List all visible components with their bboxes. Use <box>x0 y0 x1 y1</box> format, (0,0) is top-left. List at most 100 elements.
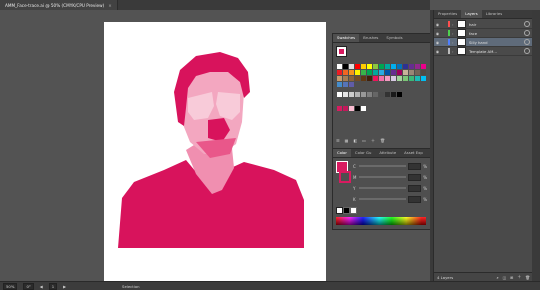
gray-swatch[interactable] <box>361 92 366 97</box>
new-layer-icon[interactable]: ＋ <box>517 274 521 280</box>
swatch[interactable] <box>373 70 378 75</box>
swatch[interactable] <box>379 76 384 81</box>
swatch[interactable] <box>343 76 348 81</box>
slider-value-field[interactable] <box>407 162 422 170</box>
tab-layers[interactable]: Layers <box>461 10 482 18</box>
white-swatch[interactable] <box>350 207 357 214</box>
swatch[interactable] <box>349 82 354 87</box>
artboard-number-field[interactable]: 1 <box>48 282 58 290</box>
layer-row[interactable]: ◉ › hair <box>434 20 533 29</box>
swatch[interactable] <box>379 70 384 75</box>
gray-swatch[interactable] <box>391 92 396 97</box>
swatch[interactable] <box>415 64 420 69</box>
face-artwork[interactable] <box>104 22 326 282</box>
swatch[interactable] <box>337 64 342 69</box>
tab-swatches[interactable]: Swatches <box>333 34 360 42</box>
swatch[interactable] <box>361 76 366 81</box>
eye-icon[interactable]: ◉ <box>434 22 441 27</box>
document-tab[interactable]: AMM_Face-trace.ai @ 50% (CMYK/CPU Previe… <box>0 0 118 10</box>
swatch[interactable] <box>397 76 402 81</box>
swatch[interactable] <box>349 70 354 75</box>
slider-value-field[interactable] <box>407 195 422 203</box>
black-swatch[interactable] <box>343 207 350 214</box>
slider-track[interactable] <box>358 165 406 167</box>
swatch[interactable] <box>391 64 396 69</box>
target-icon[interactable] <box>524 39 530 45</box>
tab-color[interactable]: Color <box>333 149 351 157</box>
swatch[interactable] <box>397 64 402 69</box>
swatch[interactable] <box>403 64 408 69</box>
library-menu-icon[interactable]: ☰ <box>336 138 340 144</box>
close-icon[interactable]: × <box>108 3 112 8</box>
gray-swatch[interactable] <box>385 92 390 97</box>
target-icon[interactable] <box>524 21 530 27</box>
swatch[interactable] <box>355 70 360 75</box>
gray-swatch[interactable] <box>349 92 354 97</box>
swatch-options-icon[interactable]: ◧ <box>353 138 357 144</box>
next-artboard-icon[interactable]: ▶ <box>63 284 66 289</box>
rotation-field[interactable]: 0° <box>23 282 34 290</box>
swatch[interactable] <box>385 70 390 75</box>
swatch[interactable] <box>385 64 390 69</box>
gray-swatch[interactable] <box>397 92 402 97</box>
gray-swatch[interactable] <box>355 92 360 97</box>
right-scrollbar[interactable] <box>532 10 540 281</box>
swatch[interactable] <box>337 82 342 87</box>
slider-track[interactable] <box>358 198 406 200</box>
zoom-field[interactable]: 50% <box>3 282 18 290</box>
fill-swatch[interactable] <box>336 46 347 57</box>
swatch[interactable] <box>379 64 384 69</box>
swatch[interactable] <box>355 64 360 69</box>
swatch[interactable] <box>349 76 354 81</box>
swatch[interactable] <box>421 70 426 75</box>
swatch[interactable] <box>343 82 348 87</box>
swatch[interactable] <box>415 76 420 81</box>
swatch[interactable] <box>337 70 342 75</box>
swatch[interactable] <box>361 70 366 75</box>
swatch[interactable] <box>415 70 420 75</box>
swatch[interactable] <box>373 64 378 69</box>
swatch[interactable] <box>385 76 390 81</box>
slider-track[interactable] <box>358 176 406 178</box>
swatch[interactable] <box>343 64 348 69</box>
color-spectrum[interactable] <box>336 217 426 225</box>
swatch[interactable] <box>397 70 402 75</box>
swatch[interactable] <box>361 64 366 69</box>
tab-libraries[interactable]: Libraries <box>482 10 506 18</box>
swatch[interactable] <box>409 64 414 69</box>
swatch[interactable] <box>349 64 354 69</box>
slider-magenta[interactable]: M % <box>353 173 427 181</box>
swatch[interactable] <box>409 76 414 81</box>
none-swatch[interactable] <box>336 207 343 214</box>
layer-row[interactable]: ◉ › Silly hand <box>434 38 533 47</box>
gray-swatch[interactable] <box>343 92 348 97</box>
group-swatch[interactable] <box>343 106 348 111</box>
target-icon[interactable] <box>524 30 530 36</box>
gray-swatch[interactable] <box>337 92 342 97</box>
eye-icon[interactable]: ◉ <box>434 49 441 54</box>
locate-object-icon[interactable]: ⌕ <box>496 275 498 280</box>
new-swatch-icon[interactable]: ＋ <box>371 138 375 144</box>
swatch[interactable] <box>355 76 360 81</box>
swatch[interactable] <box>403 76 408 81</box>
stroke-indicator[interactable] <box>339 171 351 183</box>
swatch[interactable] <box>391 70 396 75</box>
delete-swatch-icon[interactable]: 🗑 <box>380 138 385 144</box>
layer-row[interactable]: ◉ › face <box>434 29 533 38</box>
swatch[interactable] <box>337 76 342 81</box>
swatch[interactable] <box>403 70 408 75</box>
new-sublayer-icon[interactable]: ⊞ <box>510 275 513 280</box>
swatch[interactable] <box>391 76 396 81</box>
slider-value-field[interactable] <box>407 184 422 192</box>
swatch[interactable] <box>367 64 372 69</box>
clipping-mask-icon[interactable]: ◫ <box>503 275 507 280</box>
artboard[interactable] <box>104 22 326 282</box>
slider-track[interactable] <box>358 187 406 189</box>
delete-icon[interactable]: 🗑 <box>525 275 530 280</box>
group-swatch[interactable] <box>361 106 366 111</box>
new-group-icon[interactable]: ▭ <box>362 138 366 144</box>
show-kinds-icon[interactable]: ▦ <box>345 138 349 144</box>
swatch[interactable] <box>367 76 372 81</box>
eye-icon[interactable]: ◉ <box>434 40 441 45</box>
swatch[interactable] <box>421 76 426 81</box>
